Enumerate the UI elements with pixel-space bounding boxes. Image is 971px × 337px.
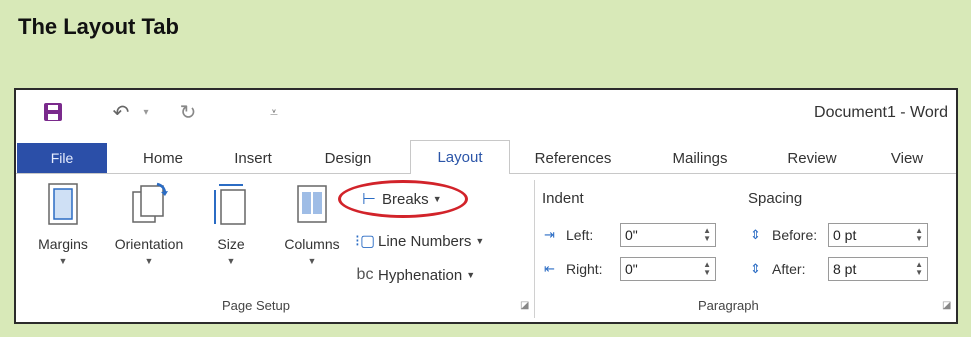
word-window: ↶ ▾ ↻ ⩡ Document1 - Word File Home Inser…	[14, 88, 958, 324]
columns-button[interactable]: Columns ▼	[276, 182, 348, 266]
hyphenation-label: Hyphenation	[378, 266, 463, 284]
chevron-down-icon: ▼	[58, 256, 68, 266]
chevron-down-icon: ▼	[432, 194, 442, 204]
indent-right-input[interactable]: 0" ▲ ▼	[620, 257, 716, 281]
title-bar: ↶ ▾ ↻ ⩡ Document1 - Word	[16, 90, 956, 136]
spinner-arrows-icon[interactable]: ▲ ▼	[915, 261, 923, 277]
tab-layout[interactable]: Layout	[410, 140, 510, 175]
ribbon: Margins ▼ Orientation ▼ Size ▼ Columns ▼…	[16, 174, 956, 322]
spacing-after-label: After:	[772, 261, 806, 277]
page-setup-group-label: Page Setup	[222, 298, 290, 313]
chevron-down-icon: ▼	[466, 270, 476, 280]
group-divider	[534, 180, 535, 318]
spinner-arrows-icon[interactable]: ▲ ▼	[703, 261, 711, 277]
page-setup-launcher-icon[interactable]: ◪	[520, 300, 529, 311]
size-label: Size	[217, 236, 245, 252]
line-numbers-icon: ⁝▢	[354, 233, 376, 250]
margins-label: Margins	[38, 236, 88, 252]
columns-icon	[297, 185, 327, 223]
chevron-down-icon: ▼	[307, 256, 317, 266]
spacing-heading: Spacing	[748, 190, 803, 207]
tab-home[interactable]: Home	[138, 142, 188, 174]
tab-view[interactable]: View	[882, 142, 932, 174]
size-button[interactable]: Size ▼	[206, 182, 256, 266]
indent-right-value: 0"	[625, 261, 638, 277]
customize-qat-icon[interactable]: ⩡	[266, 100, 282, 124]
tab-design[interactable]: Design	[318, 142, 378, 174]
document-title: Document1 - Word	[814, 104, 948, 121]
spacing-after-value: 8 pt	[833, 261, 857, 277]
line-numbers-label: Line Numbers	[378, 232, 472, 250]
tab-insert[interactable]: Insert	[228, 142, 278, 174]
margins-button[interactable]: Margins ▼	[28, 182, 98, 266]
spacing-before-icon: ⇕	[750, 227, 761, 242]
spinner-arrows-icon[interactable]: ▲ ▼	[703, 227, 711, 243]
columns-label: Columns	[284, 236, 340, 252]
orientation-button[interactable]: Orientation ▼	[104, 182, 194, 266]
chevron-down-icon: ▼	[475, 236, 485, 246]
tab-file[interactable]: File	[17, 143, 107, 173]
spacing-after-row: ⇕ After: 8 pt ▲ ▼	[750, 256, 928, 282]
breaks-icon: ⊢	[362, 191, 376, 208]
tab-mailings[interactable]: Mailings	[660, 142, 740, 174]
spacing-before-input[interactable]: 0 pt ▲ ▼	[828, 223, 928, 247]
breaks-button[interactable]: ⊢ Breaks ▼	[356, 186, 442, 212]
line-numbers-button[interactable]: ⁝▢ Line Numbers ▼	[352, 228, 484, 254]
indent-left-icon: ⇥	[544, 227, 555, 242]
chevron-down-icon: ▼	[144, 256, 154, 266]
indent-left-row: ⇥ Left: 0" ▲ ▼	[544, 222, 716, 248]
indent-right-icon: ⇤	[544, 261, 555, 276]
spacing-before-value: 0 pt	[833, 227, 857, 243]
spinner-arrows-icon[interactable]: ▲ ▼	[915, 227, 923, 243]
save-icon[interactable]	[42, 100, 64, 124]
spacing-before-row: ⇕ Before: 0 pt ▲ ▼	[750, 222, 928, 248]
orientation-icon	[132, 182, 168, 223]
indent-heading: Indent	[542, 190, 584, 207]
breaks-label: Breaks	[382, 190, 429, 208]
tab-review[interactable]: Review	[782, 142, 842, 174]
undo-dropdown-icon[interactable]: ▾	[140, 100, 152, 124]
indent-right-label: Right:	[566, 261, 603, 277]
redo-icon[interactable]: ↻	[176, 100, 200, 124]
paragraph-launcher-icon[interactable]: ◪	[942, 300, 951, 311]
indent-right-row: ⇤ Right: 0" ▲ ▼	[544, 256, 716, 282]
indent-left-value: 0"	[625, 227, 638, 243]
ribbon-tabs: File Home Insert Design Layout Reference…	[16, 136, 956, 175]
paragraph-group-label: Paragraph	[698, 298, 759, 313]
slide-title: The Layout Tab	[18, 14, 179, 39]
tab-references[interactable]: References	[528, 142, 618, 174]
indent-left-label: Left:	[566, 227, 594, 243]
margins-icon	[48, 183, 78, 225]
hyphenation-icon: bc	[356, 266, 374, 283]
chevron-down-icon: ▼	[226, 256, 236, 266]
undo-icon[interactable]: ↶	[108, 100, 134, 124]
hyphenation-button[interactable]: bc Hyphenation ▼	[352, 262, 476, 288]
spacing-before-label: Before:	[772, 227, 818, 243]
orientation-label: Orientation	[114, 236, 184, 252]
spacing-after-icon: ⇕	[750, 261, 761, 276]
spacing-after-input[interactable]: 8 pt ▲ ▼	[828, 257, 928, 281]
indent-left-input[interactable]: 0" ▲ ▼	[620, 223, 716, 247]
size-icon	[214, 184, 246, 225]
